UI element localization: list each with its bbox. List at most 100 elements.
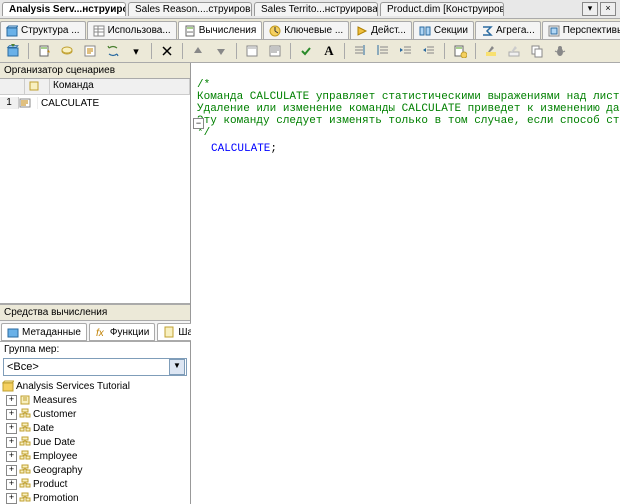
process-button[interactable] — [3, 41, 23, 61]
calc-tools-tabs: Метаданные fxФункции Шаблоны — [0, 321, 190, 342]
tab-perspectives[interactable]: Перспективы — [542, 21, 620, 39]
move-up-button[interactable] — [188, 41, 208, 61]
expand-icon[interactable]: + — [6, 479, 17, 490]
move-down-button[interactable] — [211, 41, 231, 61]
tree-item-label: Measures — [33, 395, 77, 406]
tab-label: Ключевые ... — [284, 25, 343, 36]
calc-props-button[interactable] — [450, 41, 470, 61]
chevron-down-icon: ▼ — [169, 359, 185, 375]
script-row[interactable]: 1 CALCULATE — [0, 95, 190, 111]
row-number: 1 — [0, 97, 19, 109]
code-text: ; — [270, 143, 277, 155]
uncomment-button[interactable] — [373, 41, 393, 61]
tab-functions[interactable]: fxФункции — [89, 323, 155, 341]
tab-label: Перспективы — [563, 25, 620, 36]
left-panel: Организатор сценариев Команда 1 CALCULAT… — [0, 63, 191, 504]
indent-button[interactable] — [396, 41, 416, 61]
tree-item[interactable]: + Measures — [0, 393, 190, 407]
fold-toggle[interactable]: − — [193, 118, 204, 129]
form-view-button[interactable] — [242, 41, 262, 61]
tree-item[interactable]: + Employee — [0, 449, 190, 463]
col-rownum — [0, 79, 25, 94]
tab-metadata[interactable]: Метаданные — [1, 323, 87, 341]
tmpl-icon — [163, 326, 175, 338]
tree-item-label: Geography — [33, 465, 82, 476]
tree-item[interactable]: + Geography — [0, 463, 190, 477]
copy-script-button[interactable] — [527, 41, 547, 61]
meta-icon — [7, 326, 19, 338]
doc-tab[interactable]: Sales Territo...нструирование] — [254, 2, 378, 16]
toolbar: * ▾ A — [0, 40, 620, 63]
tree-root-label: Analysis Services Tutorial — [16, 381, 130, 392]
tree-item-label: Customer — [33, 409, 76, 420]
close-icon[interactable]: × — [600, 2, 616, 16]
tab-calculations[interactable]: Вычисления — [178, 21, 263, 39]
persp-icon — [548, 25, 560, 37]
tree-item[interactable]: + Customer — [0, 407, 190, 421]
outdent-button[interactable] — [419, 41, 439, 61]
clear-highlight-button[interactable] — [504, 41, 524, 61]
script-organizer: Организатор сценариев Команда 1 CALCULAT… — [0, 63, 190, 304]
expand-icon[interactable]: + — [6, 437, 17, 448]
cube-icon — [6, 25, 18, 37]
script-view-button[interactable] — [265, 41, 285, 61]
col-icon[interactable] — [25, 79, 50, 94]
measure-group-combo[interactable]: <Все> ▼ — [3, 358, 187, 376]
tree-item-label: Due Date — [33, 437, 75, 448]
cube-icon — [2, 380, 14, 392]
tree-item[interactable]: +Date — [0, 421, 190, 435]
tree-root[interactable]: Analysis Services Tutorial — [0, 379, 190, 393]
dropdown-icon[interactable]: ▾ — [582, 2, 598, 16]
tree-item[interactable]: +Product — [0, 477, 190, 491]
measures-icon — [19, 394, 31, 406]
expand-icon[interactable]: + — [6, 451, 17, 462]
comment-button[interactable] — [350, 41, 370, 61]
tab-label: Дейст... — [371, 25, 406, 36]
col-command[interactable]: Команда — [50, 79, 190, 94]
code-comment: /* — [197, 79, 210, 91]
metadata-tree[interactable]: Analysis Services Tutorial + Measures + Cus… — [0, 377, 190, 504]
tab-actions[interactable]: Дейст... — [350, 21, 412, 39]
tab-usage[interactable]: Использова... — [87, 21, 177, 39]
highlight-button[interactable] — [481, 41, 501, 61]
tree-item-label: Promotion — [33, 493, 79, 504]
expand-icon[interactable]: + — [6, 423, 17, 434]
tab-label: Метаданные — [22, 327, 81, 338]
tab-label: Использова... — [108, 25, 171, 36]
grid-body[interactable]: 1 CALCULATE — [0, 95, 190, 303]
new-script-command-button[interactable] — [80, 41, 100, 61]
dropdown-icon[interactable]: ▾ — [126, 41, 146, 61]
expand-icon[interactable]: + — [6, 409, 17, 420]
dimension-icon — [19, 464, 31, 476]
dimension-icon — [19, 492, 31, 504]
tree-item-label: Employee — [33, 451, 77, 462]
code-comment: Удаление или изменение команды CALCULATE… — [197, 103, 620, 115]
debug-button[interactable] — [550, 41, 570, 61]
expand-icon[interactable]: + — [6, 395, 17, 406]
tree-item[interactable]: + Promotion — [0, 491, 190, 504]
script-editor[interactable]: /* Команда CALCULATE управляет статистич… — [191, 63, 620, 504]
new-calc-member-button[interactable]: * — [34, 41, 54, 61]
code-comment: Эту команду следует изменять только в то… — [197, 115, 620, 127]
tab-label: Агрега... — [496, 25, 535, 36]
doc-tab[interactable]: Sales Reason....струирование] — [128, 2, 252, 16]
expand-icon[interactable]: + — [6, 493, 17, 504]
doc-tab[interactable]: Product.dim [Конструирование] — [380, 2, 504, 16]
delete-button[interactable] — [157, 41, 177, 61]
measure-group-label: Группа мер: — [0, 342, 190, 357]
tab-aggregations[interactable]: Агрега... — [475, 21, 541, 39]
script-command-icon — [19, 97, 38, 109]
doc-tab[interactable]: Analysis Serv...нструирование] — [2, 2, 126, 16]
reconnect-button[interactable] — [103, 41, 123, 61]
combo-value: <Все> — [7, 361, 39, 373]
tree-item[interactable]: + Due Date — [0, 435, 190, 449]
check-syntax-button[interactable] — [296, 41, 316, 61]
tab-structure[interactable]: Структура ... — [0, 21, 86, 39]
tab-partitions[interactable]: Секции — [413, 21, 474, 39]
doc-tab-label: Analysis Serv...нструирование] — [9, 4, 126, 15]
tab-kpi[interactable]: Ключевые ... — [263, 21, 349, 39]
tab-label: Вычисления — [199, 25, 257, 36]
new-named-set-button[interactable] — [57, 41, 77, 61]
expand-icon[interactable]: + — [6, 465, 17, 476]
font-button[interactable]: A — [319, 41, 339, 61]
